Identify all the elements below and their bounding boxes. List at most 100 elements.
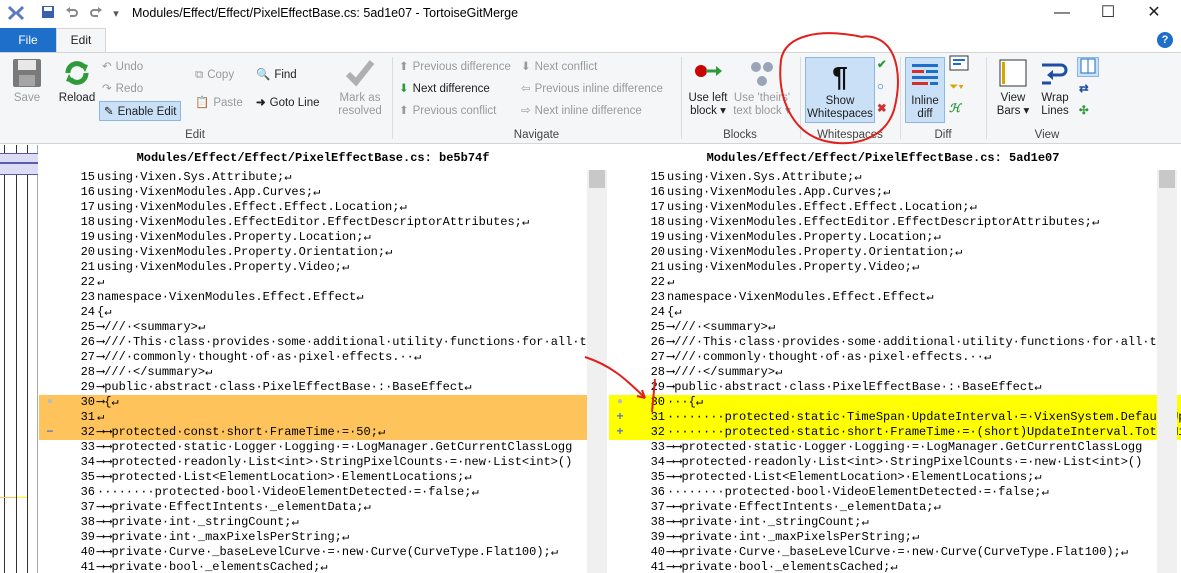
- code-line[interactable]: ● 30 ⟶{↵: [39, 395, 607, 410]
- goto-line-button[interactable]: ➜ Goto Line: [256, 93, 320, 113]
- code-line[interactable]: 15 using·Vixen.Sys.Attribute;↵: [609, 170, 1181, 185]
- wrap-lines-button[interactable]: Wrap Lines: [1035, 57, 1075, 118]
- next-inline-difference-button[interactable]: ⇨ Next inline difference: [521, 101, 642, 121]
- code-line[interactable]: 27 ⟶///·commonly·thought·of·as·pixel·effe…: [39, 350, 607, 365]
- whitespace-compare-icon[interactable]: [949, 55, 969, 75]
- code-line[interactable]: 39 ⟶⟶private·int·_maxPixelsPerString;↵: [39, 530, 607, 545]
- code-line[interactable]: 29 ⟶public·abstract·class·PixelEffectBase…: [609, 380, 1181, 395]
- code-line[interactable]: 34 ⟶⟶protected·readonly·List<int>·StringP…: [609, 455, 1181, 470]
- view-bars-button[interactable]: View Bars ▾: [991, 57, 1035, 118]
- right-scrollbar[interactable]: [1157, 170, 1177, 573]
- maximize-button[interactable]: ☐: [1085, 0, 1131, 28]
- code-line[interactable]: 37 ⟶⟶private·EffectIntents·_elementData;↵: [39, 500, 607, 515]
- code-line[interactable]: 16 using·VixenModules.App.Curves;↵: [39, 185, 607, 200]
- one-pane-icon[interactable]: [1077, 57, 1099, 77]
- code-line[interactable]: 37 ⟶⟶private·EffectIntents·_elementData;↵: [609, 500, 1181, 515]
- next-conflict-button[interactable]: ⬇ Next conflict: [521, 57, 597, 77]
- tab-edit[interactable]: Edit: [56, 28, 106, 52]
- use-theirs-block-button[interactable]: Use 'theirs' text block ▾: [730, 57, 794, 118]
- save-button[interactable]: Save: [4, 57, 50, 105]
- undo-button[interactable]: ↶ Undo: [102, 57, 143, 77]
- save-icon[interactable]: [38, 4, 58, 24]
- code-line[interactable]: 29 ⟶public·abstract·class·PixelEffectBase…: [39, 380, 607, 395]
- code-line[interactable]: 39 ⟶⟶private·int·_maxPixelsPerString;↵: [609, 530, 1181, 545]
- code-line[interactable]: 16 using·VixenModules.App.Curves;↵: [609, 185, 1181, 200]
- help-icon[interactable]: ?: [1157, 32, 1173, 48]
- left-pane[interactable]: Modules/Effect/Effect/PixelEffectBase.cs…: [39, 145, 607, 573]
- customize-quick-access-icon[interactable]: ▾: [106, 4, 126, 24]
- code-line[interactable]: 27 ⟶///·commonly·thought·of·as·pixel·effe…: [609, 350, 1181, 365]
- code-line[interactable]: 36 ········protected·bool·VideoElementDet…: [609, 485, 1181, 500]
- previous-inline-difference-button[interactable]: ⇦ Previous inline difference: [521, 79, 663, 99]
- code-line[interactable]: 40 ⟶⟶private·Curve·_baseLevelCurve·=·new·…: [609, 545, 1181, 560]
- check-icon[interactable]: ✔: [877, 55, 887, 75]
- code-line[interactable]: 19 using·VixenModules.Property.Location;↵: [39, 230, 607, 245]
- code-line[interactable]: 22 ↵: [609, 275, 1181, 290]
- code-line[interactable]: 15 using·Vixen.Sys.Attribute;↵: [39, 170, 607, 185]
- code-line[interactable]: 34 ⟶⟶protected·readonly·List<int>·StringP…: [39, 455, 607, 470]
- copy-button[interactable]: ⧉ Copy: [195, 65, 234, 85]
- code-line[interactable]: 18 using·VixenModules.EffectEditor.Effect…: [609, 215, 1181, 230]
- code-line[interactable]: − 32 ⟶⟶protected·const·short·FrameTime·=·5…: [39, 425, 607, 440]
- code-line[interactable]: +31 ········protected·static·TimeSpan·Upd…: [609, 410, 1181, 425]
- code-line[interactable]: 26 ⟶///·This·class·provides·some·addition…: [609, 335, 1181, 350]
- right-pane[interactable]: Modules/Effect/Effect/PixelEffectBase.cs…: [609, 145, 1181, 573]
- code-line[interactable]: 33 ⟶⟶protected·static·Logger·Logging·=·Lo…: [609, 440, 1181, 455]
- undo-icon[interactable]: [62, 4, 82, 24]
- collapse-icon[interactable]: ✣: [1079, 101, 1089, 121]
- code-line[interactable]: 21 using·VixenModules.Property.Video;↵: [39, 260, 607, 275]
- code-line[interactable]: 23 namespace·VixenModules.Effect.Effect↵: [39, 290, 607, 305]
- use-left-block-button[interactable]: Use left block ▾: [686, 57, 730, 118]
- previous-difference-button[interactable]: ⬆ Previous difference: [399, 57, 511, 77]
- code-line[interactable]: 36 ········protected·bool·VideoElementDet…: [39, 485, 607, 500]
- reload-button[interactable]: Reload: [54, 57, 100, 105]
- filter-icon[interactable]: ⏷▾: [949, 77, 964, 97]
- paste-button[interactable]: 📋 Paste: [195, 93, 243, 113]
- minimize-button[interactable]: —: [1039, 0, 1085, 28]
- code-line[interactable]: 28 ⟶///·</summary>↵: [609, 365, 1181, 380]
- code-line[interactable]: 33 ⟶⟶protected·static·Logger·Logging·=·Lo…: [39, 440, 607, 455]
- code-line[interactable]: 41 ⟶⟶private·bool·_elementsCached;↵: [609, 560, 1181, 573]
- cross-icon[interactable]: ✖: [877, 99, 887, 119]
- mark-resolved-button[interactable]: Mark as resolved: [334, 57, 386, 118]
- redo-button[interactable]: ↷ Redo: [102, 79, 143, 99]
- code-line[interactable]: 40 ⟶⟶private·Curve·_baseLevelCurve·=·new·…: [39, 545, 607, 560]
- show-whitespaces-button[interactable]: ¶ Show Whitespaces: [805, 57, 875, 123]
- code-line[interactable]: 38 ⟶⟶private·int·_stringCount;↵: [39, 515, 607, 530]
- code-line[interactable]: 38 ⟶⟶private·int·_stringCount;↵: [609, 515, 1181, 530]
- tab-file[interactable]: File: [0, 28, 56, 52]
- code-line[interactable]: 25 ⟶///·<summary>↵: [39, 320, 607, 335]
- circle-icon[interactable]: ○: [877, 77, 884, 97]
- code-line[interactable]: 24 {↵: [609, 305, 1181, 320]
- code-line[interactable]: 24 {↵: [39, 305, 607, 320]
- left-scrollbar[interactable]: [587, 170, 607, 573]
- inline-diff-button[interactable]: Inline diff: [905, 57, 945, 123]
- find-button[interactable]: 🔍 Find: [256, 65, 297, 85]
- code-line[interactable]: 41 ⟶⟶private·bool·_elementsCached;↵: [39, 560, 607, 573]
- code-line[interactable]: 20 using·VixenModules.Property.Orientatio…: [39, 245, 607, 260]
- right-code-view[interactable]: 15 using·Vixen.Sys.Attribute;↵ 16 using·Vix…: [609, 170, 1181, 573]
- code-line[interactable]: 19 using·VixenModules.Property.Location;↵: [609, 230, 1181, 245]
- code-line[interactable]: 17 using·VixenModules.Effect.Effect.Locat…: [609, 200, 1181, 215]
- code-line[interactable]: 21 using·VixenModules.Property.Video;↵: [609, 260, 1181, 275]
- code-line[interactable]: 28 ⟶///·</summary>↵: [39, 365, 607, 380]
- code-line[interactable]: 22 ↵: [39, 275, 607, 290]
- swap-icon[interactable]: ⇄: [1079, 79, 1089, 99]
- code-line[interactable]: 26 ⟶///·This·class·provides·some·addition…: [39, 335, 607, 350]
- code-line[interactable]: ● 30 ···{↵: [609, 395, 1181, 410]
- enable-edit-button[interactable]: ✎ Enable Edit: [99, 101, 182, 121]
- close-button[interactable]: ✕: [1131, 0, 1177, 28]
- location-bar[interactable]: [0, 145, 38, 573]
- code-line[interactable]: 18 using·VixenModules.EffectEditor.Effect…: [39, 215, 607, 230]
- code-line[interactable]: 25 ⟶///·<summary>↵: [609, 320, 1181, 335]
- next-difference-button[interactable]: ⬇ Next difference: [399, 79, 490, 99]
- code-line[interactable]: 23 namespace·VixenModules.Effect.Effect↵: [609, 290, 1181, 305]
- code-line[interactable]: 20 using·VixenModules.Property.Orientatio…: [609, 245, 1181, 260]
- previous-conflict-button[interactable]: ⬆ Previous conflict: [399, 101, 496, 121]
- left-code-view[interactable]: 15 using·Vixen.Sys.Attribute;↵ 16 using·Vix…: [39, 170, 607, 573]
- code-line[interactable]: 31 ↵: [39, 410, 607, 425]
- code-line[interactable]: 35 ⟶⟶protected·List<ElementLocation>·Elem…: [39, 470, 607, 485]
- redo-icon[interactable]: [86, 4, 106, 24]
- code-line[interactable]: +32 ········protected·static·short·FrameT…: [609, 425, 1181, 440]
- regex-icon[interactable]: ℋ: [949, 99, 960, 119]
